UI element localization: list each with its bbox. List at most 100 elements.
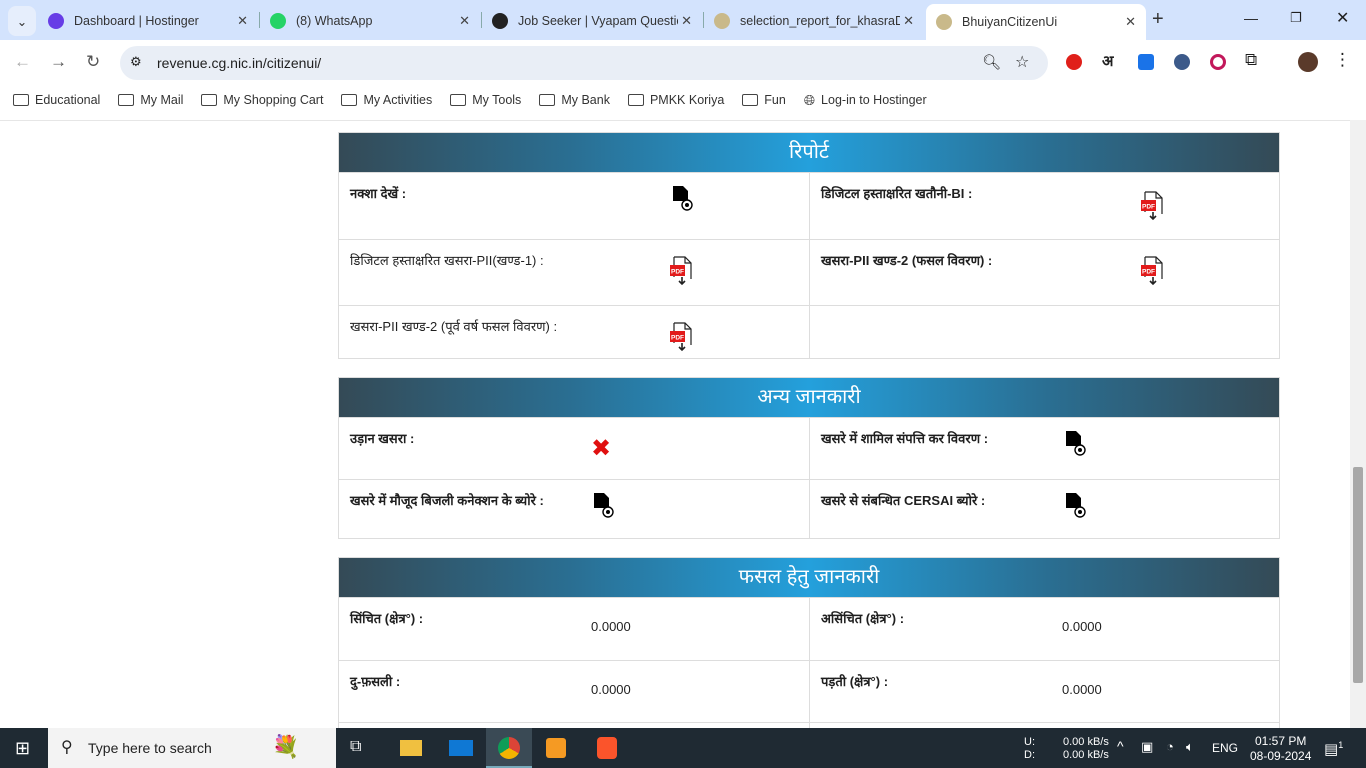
bookmark-item[interactable]: Fun [742, 93, 786, 107]
bookmark-label: My Activities [363, 93, 433, 107]
pdf-download-icon[interactable]: PDF [669, 256, 693, 286]
bookmark-item[interactable]: My Activities [341, 93, 432, 107]
scrollbar-thumb[interactable] [1353, 467, 1363, 683]
table-cell: खसरा-PII खण्ड-2 (पूर्व वर्ष फसल विवरण) :… [339, 306, 809, 358]
folder-icon [341, 94, 358, 106]
tab-close-icon[interactable]: ✕ [1125, 14, 1136, 30]
section-header: अन्य जानकारी [339, 378, 1279, 417]
field-value: 0.0000 [591, 619, 631, 634]
wifi-icon[interactable]: ◔ [1166, 740, 1174, 753]
volume-icon[interactable]: 🔈︎ [1186, 740, 1194, 753]
search-placeholder: Type here to search [88, 740, 212, 756]
bookmark-label: My Mail [140, 93, 184, 107]
language-indicator[interactable]: ENG [1212, 742, 1238, 755]
view-document-icon[interactable] [1065, 430, 1087, 456]
table-row: नक्शा देखें : डिजिटल हस्ताक्षरित खतौनी-BI… [339, 172, 1279, 239]
brave-icon[interactable] [597, 737, 617, 759]
net-up-speed: 0.00 kB/s [1063, 736, 1109, 748]
bookmark-item[interactable]: PMKK Koriya [627, 93, 724, 107]
bookmark-item[interactable]: My Tools [450, 93, 521, 107]
tab-1[interactable]: Dashboard | Hostinger ✕ [38, 6, 258, 36]
chrome-taskbar-button[interactable] [486, 728, 532, 768]
scrollbar[interactable] [1350, 120, 1366, 728]
restore-button[interactable]: ❐ [1290, 10, 1302, 26]
tab-close-icon[interactable]: ✕ [459, 13, 470, 29]
tab-5[interactable]: BhuiyanCitizenUi ✕ [926, 4, 1146, 40]
table-row: उड़ान खसरा : ✖ खसरे में शामिल संपत्ति कर व… [339, 417, 1279, 479]
bookmark-label: My Bank [561, 93, 610, 107]
folder-icon [118, 94, 135, 106]
back-button[interactable]: ← [14, 52, 31, 72]
minimize-button[interactable]: — [1244, 10, 1258, 26]
pdf-download-icon[interactable]: PDF [669, 322, 693, 352]
tab-title: (8) WhatsApp [296, 14, 373, 28]
folder-icon [742, 94, 759, 106]
windows-start-icon[interactable]: ⊞ [15, 738, 30, 759]
pdf-download-icon[interactable]: PDF [1140, 191, 1164, 221]
net-down-label: D: [1024, 749, 1035, 761]
bookmark-item[interactable]: My Shopping Cart [201, 93, 323, 107]
forward-button[interactable]: → [50, 52, 67, 72]
extension-icon[interactable] [1138, 54, 1154, 70]
address-bar[interactable]: ⚙ revenue.cg.nic.in/citizenui/ 🔍︎ ☆ [120, 46, 1048, 80]
mail-icon[interactable] [449, 740, 473, 756]
cursor-extension-icon[interactable] [1174, 54, 1190, 70]
meet-icon[interactable]: ▣ [1141, 740, 1153, 753]
tab-close-icon[interactable]: ✕ [237, 13, 248, 29]
menu-icon[interactable]: ⋮ [1334, 50, 1351, 70]
tab-close-icon[interactable]: ✕ [903, 13, 914, 29]
notifications-icon[interactable]: ▤1 [1324, 739, 1343, 757]
zoom-search-icon[interactable]: 🔍︎ [982, 53, 1001, 71]
table-cell: डिजिटल हस्ताक्षरित खतौनी-BI : PDF [809, 173, 1279, 239]
bookmark-item[interactable]: My Mail [118, 93, 183, 107]
bookmark-item[interactable]: 🌐︎ Log-in to Hostinger [804, 92, 927, 109]
net-down-speed: 0.00 kB/s [1063, 749, 1109, 761]
hindi-extension-icon[interactable]: अ [1102, 51, 1113, 71]
field-value: 0.0000 [1062, 682, 1102, 697]
page-content: रिपोर्ट नक्शा देखें : डिजिटल हस्ताक्षरित ख… [0, 120, 1350, 728]
view-document-icon[interactable] [593, 492, 615, 518]
adblock-extension-icon[interactable] [1066, 54, 1082, 70]
view-document-icon[interactable] [672, 185, 694, 211]
tab-favicon-icon [936, 14, 952, 30]
pdf-download-icon[interactable]: PDF [1140, 256, 1164, 286]
new-tab-button[interactable]: + [1152, 8, 1164, 31]
table-cell: खसरे में मौजूद बिजली कनेक्शन के ब्योरे : [339, 480, 809, 538]
table-cell: खसरे में शामिल संपत्ति कर विवरण : [809, 418, 1279, 479]
tab-4[interactable]: selection_report_for_khasraD ✕ [704, 6, 924, 36]
bookmark-item[interactable]: My Bank [539, 93, 610, 107]
extensions-puzzle-icon[interactable]: ⧉ [1245, 50, 1257, 70]
bookmark-item[interactable]: Educational [13, 93, 100, 107]
clock[interactable]: 01:57 PM 08-09-2024 [1250, 734, 1311, 764]
tab-2[interactable]: (8) WhatsApp ✕ [260, 6, 480, 36]
tab-favicon-icon [714, 13, 730, 29]
site-settings-icon[interactable]: ⚙ [130, 54, 142, 70]
tab-close-icon[interactable]: ✕ [681, 13, 692, 29]
close-window-button[interactable]: ✕ [1336, 8, 1349, 28]
folder-icon [201, 94, 218, 106]
tab-3[interactable]: Job Seeker | Vyapam Questio ✕ [482, 6, 702, 36]
table-cell: सिंचित (क्षेत्र°) : 0.0000 [339, 598, 809, 660]
media-player-icon[interactable] [546, 738, 566, 758]
reload-button[interactable]: ↻ [86, 52, 100, 72]
taskbar-search[interactable]: ⚲ Type here to search 💐 [48, 728, 336, 768]
taskbar: ⊞ ⚲ Type here to search 💐 ⧉ U: D: 0.00 kB… [0, 728, 1366, 768]
bookmark-star-icon[interactable]: ☆ [1015, 52, 1029, 72]
field-label: खसरा-PII खण्ड-2 (फसल विवरण) : [821, 253, 993, 268]
table-cell: खसरे से संबन्धित CERSAI ब्योरे : [809, 480, 1279, 538]
section-panel: फसल हेतु जानकारी सिंचित (क्षेत्र°) : 0.000… [338, 557, 1280, 728]
field-label: खसरे में मौजूद बिजली कनेक्शन के ब्योरे : [350, 493, 544, 508]
task-view-icon[interactable]: ⧉ [350, 738, 361, 756]
file-explorer-icon[interactable] [400, 740, 422, 756]
bookmark-label: Educational [35, 93, 101, 107]
bookmark-label: My Shopping Cart [223, 93, 324, 107]
table-cell: उड़ान खसरा : ✖ [339, 418, 809, 479]
svg-text:PDF: PDF [1142, 204, 1155, 211]
tab-title: selection_report_for_khasraD [740, 14, 900, 28]
tray-chevron-icon[interactable]: ^ [1117, 739, 1124, 753]
profile-avatar[interactable] [1298, 52, 1318, 72]
view-document-icon[interactable] [1065, 492, 1087, 518]
color-extension-icon[interactable] [1210, 54, 1226, 70]
svg-text:PDF: PDF [671, 269, 684, 276]
tab-search-button[interactable]: ⌄ [8, 6, 36, 36]
